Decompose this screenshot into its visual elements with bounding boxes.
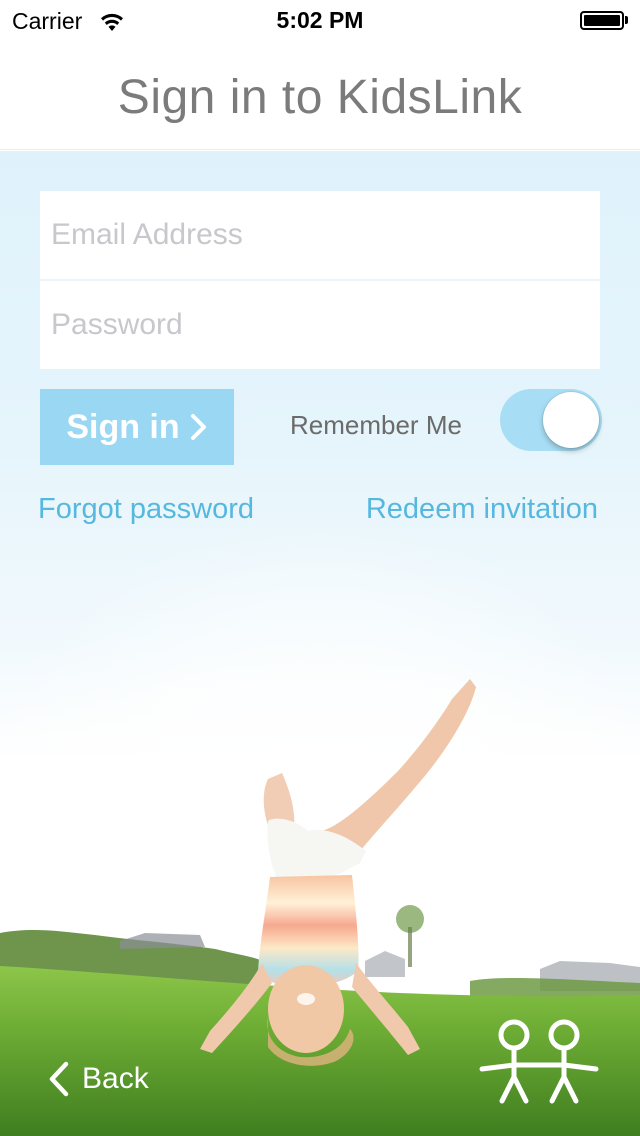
chevron-left-icon (49, 1061, 69, 1097)
signin-content: Sign in Remember Me Forgot password Rede… (0, 151, 640, 1136)
page-title: Sign in to KidsLink (117, 71, 523, 124)
battery-tip (625, 16, 628, 24)
chevron-right-icon (190, 414, 206, 440)
nav-bar: Sign in to KidsLink (0, 40, 640, 150)
forgot-password-link[interactable]: Forgot password (38, 493, 254, 526)
kidslink-logo-icon (479, 1019, 599, 1104)
signin-button[interactable]: Sign in (40, 389, 234, 465)
toggle-knob[interactable] (543, 392, 599, 448)
remember-me-toggle[interactable] (500, 389, 602, 451)
clock-label: 5:02 PM (276, 7, 364, 33)
email-input[interactable] (40, 191, 600, 279)
login-form (40, 191, 600, 369)
redeem-invitation-link[interactable]: Redeem invitation (366, 493, 598, 526)
back-button-label: Back (82, 1062, 149, 1095)
back-button[interactable]: Back (48, 1061, 149, 1097)
password-input[interactable] (40, 281, 600, 369)
signin-button-label: Sign in (66, 407, 180, 446)
battery-icon (580, 11, 624, 30)
status-bar: Carrier 5:02 PM (0, 0, 640, 40)
remember-me-label: Remember Me (290, 410, 462, 440)
